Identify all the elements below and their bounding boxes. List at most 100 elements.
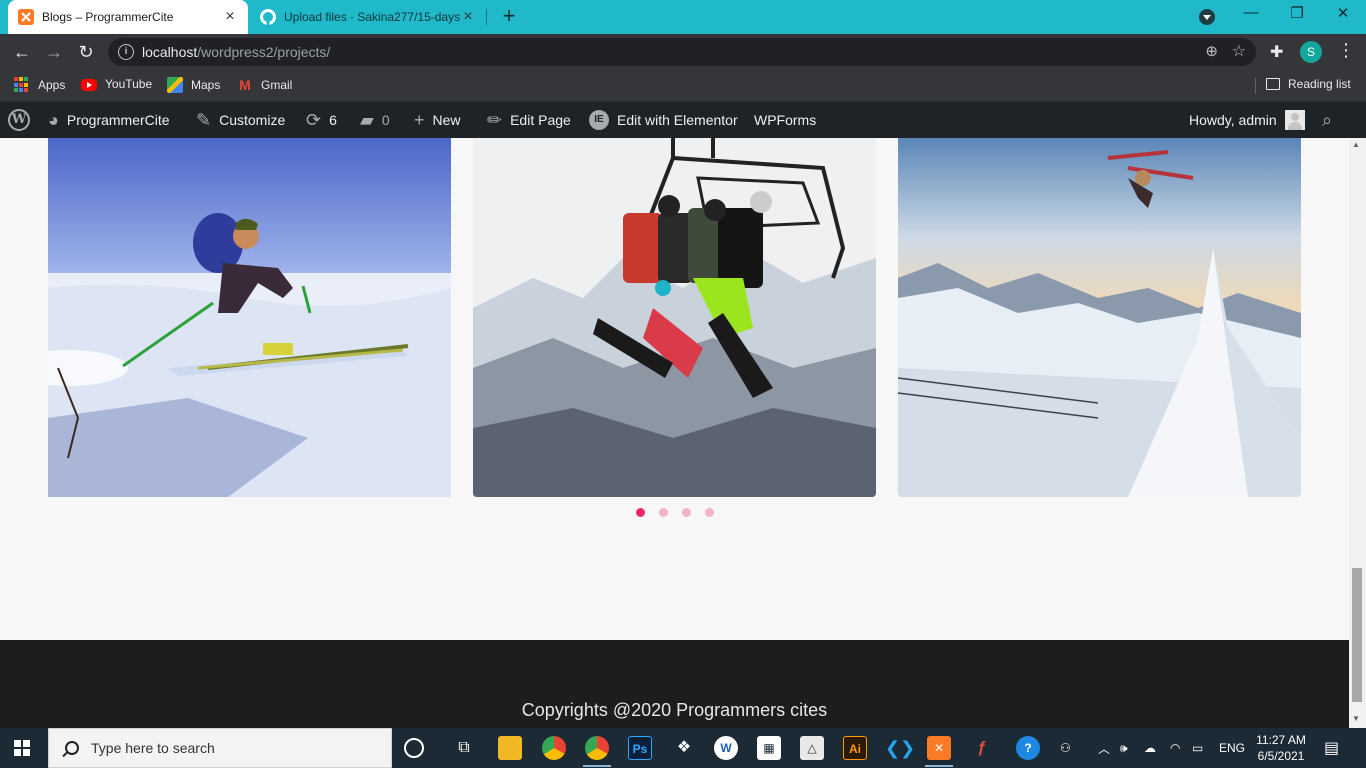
dropbox-icon[interactable]: ❖ <box>672 736 696 760</box>
new-tab-button[interactable]: + <box>498 4 520 28</box>
updates-count: 6 <box>329 112 337 128</box>
site-name: ProgrammerCite <box>66 112 170 128</box>
clock-date: 6/5/2021 <box>1257 749 1305 763</box>
updates-link[interactable]: ⟳ 6 <box>306 102 337 138</box>
notifications-icon[interactable]: ▤ <box>1324 728 1339 768</box>
carousel-dot-1[interactable] <box>636 508 645 517</box>
site-name-menu[interactable]: ◕ ProgrammerCite <box>48 102 170 138</box>
my-account-menu[interactable]: Howdy, admin <box>1189 102 1305 138</box>
reading-list-label: Reading list <box>1288 77 1351 91</box>
tab-search-icon[interactable] <box>1199 9 1215 25</box>
illustrator-icon[interactable]: Ai <box>843 736 867 760</box>
bookmark-label: Gmail <box>261 78 293 92</box>
windows-start-icon[interactable] <box>14 740 30 756</box>
minimize-icon[interactable]: — <box>1236 4 1266 21</box>
customize-link[interactable]: ✎ Customize <box>196 102 285 138</box>
restore-icon[interactable]: ❐ <box>1282 4 1312 22</box>
reload-icon[interactable]: ↻ <box>74 40 98 64</box>
edit-page-link[interactable]: ✏ Edit Page <box>487 102 571 138</box>
task-view-icon[interactable]: ⧉ <box>452 736 476 760</box>
volume-icon[interactable]: 🕪 <box>1120 728 1128 768</box>
close-tab-icon[interactable]: × <box>460 8 476 26</box>
help-icon[interactable]: ? <box>1016 736 1040 760</box>
extensions-puzzle-icon[interactable]: ✚ <box>1270 42 1283 62</box>
tab-blogs[interactable]: Blogs – ProgrammerCite × <box>8 0 248 34</box>
bookmarks-separator <box>1255 78 1256 94</box>
apps-grid-icon <box>14 77 30 93</box>
new-content-menu[interactable]: + New <box>414 102 461 138</box>
howdy-label: Howdy, admin <box>1189 112 1277 128</box>
reading-list-button[interactable]: Reading list <box>1266 77 1351 91</box>
bookmark-youtube[interactable]: YouTube <box>81 77 152 91</box>
chairlift-snowboarders-photo <box>473 138 876 497</box>
bookmark-apps[interactable]: Apps <box>14 77 65 93</box>
back-icon[interactable]: ← <box>10 40 34 64</box>
carousel-image-skier[interactable] <box>48 138 451 497</box>
tray-chevron-icon[interactable]: ︿ <box>1098 728 1110 768</box>
wp-logo-menu[interactable]: W <box>8 102 30 138</box>
freestyle-ski-jump-photo <box>898 138 1301 497</box>
url-text[interactable]: localhost/wordpress2/projects/ <box>142 44 330 60</box>
wpforms-label: WPForms <box>754 112 817 128</box>
active-app-indicator <box>925 765 953 767</box>
carousel-dot-2[interactable] <box>659 508 668 517</box>
people-icon[interactable]: ⚇ <box>1060 728 1071 768</box>
tab-title: Upload files · Sakina277/15-days <box>284 10 460 24</box>
cortana-icon[interactable] <box>404 738 424 758</box>
close-tab-icon[interactable]: × <box>222 8 238 26</box>
menu-kebab-icon[interactable]: ⋮ <box>1337 40 1355 61</box>
onedrive-cloud-icon[interactable]: ☁ <box>1144 728 1156 768</box>
scroll-up-arrow-icon[interactable]: ▲ <box>1352 140 1360 149</box>
pencil-icon: ✏ <box>487 109 503 130</box>
address-bar[interactable]: i localhost/wordpress2/projects/ ⊕ ☆ <box>108 38 1256 66</box>
admin-avatar <box>1284 110 1305 130</box>
copyright-text: Copyrights @2020 Programmers cites <box>521 700 828 720</box>
filezilla-icon[interactable]: ƒ <box>970 736 994 760</box>
tab-upload-files[interactable]: Upload files · Sakina277/15-days × <box>250 0 486 34</box>
bookmark-maps[interactable]: Maps <box>167 77 220 93</box>
taskbar-clock[interactable]: 11:27 AM 6/5/2021 <box>1248 732 1314 764</box>
battery-icon[interactable]: ▭ <box>1192 728 1203 768</box>
bookmark-gmail[interactable]: M Gmail <box>237 77 292 93</box>
profile-avatar[interactable]: S <box>1300 41 1322 63</box>
gmail-icon: M <box>239 77 251 93</box>
comments-link[interactable]: ▰ 0 <box>360 102 390 138</box>
photoshop-icon[interactable]: Ps <box>628 736 652 760</box>
zoom-icon[interactable]: ⊕ <box>1205 42 1218 60</box>
scroll-down-arrow-icon[interactable]: ▼ <box>1352 714 1360 723</box>
carousel-dot-3[interactable] <box>682 508 691 517</box>
language-indicator[interactable]: ENG <box>1219 728 1245 768</box>
bookmark-star-icon[interactable]: ☆ <box>1232 41 1246 61</box>
admin-search[interactable]: ⌕ <box>1322 102 1340 138</box>
customize-label: Customize <box>219 112 286 128</box>
taskbar-search-box[interactable]: Type here to search <box>48 728 392 768</box>
forward-icon[interactable]: → <box>42 40 66 64</box>
wpforms-menu[interactable]: WPForms <box>754 102 816 138</box>
site-info-icon[interactable]: i <box>118 44 134 60</box>
chrome-profile-icon[interactable] <box>585 736 609 760</box>
paintbrush-icon: ✎ <box>196 109 212 130</box>
bookmark-label: Apps <box>38 78 66 92</box>
xampp-icon[interactable]: ✕ <box>927 736 951 760</box>
edit-with-elementor-link[interactable]: IE Edit with Elementor <box>589 102 738 138</box>
inkscape-icon[interactable]: △ <box>800 736 824 760</box>
file-explorer-icon[interactable] <box>498 736 522 760</box>
word-online-icon[interactable]: W <box>714 736 738 760</box>
carousel-image-chairlift[interactable] <box>473 138 876 497</box>
wordpress-logo-icon: W <box>8 109 30 131</box>
github-icon <box>260 9 276 25</box>
search-icon <box>65 741 79 755</box>
tab-title: Blogs – ProgrammerCite <box>42 10 174 24</box>
chrome-icon[interactable] <box>542 736 566 760</box>
close-window-icon[interactable]: ✕ <box>1328 4 1358 22</box>
scrollbar-thumb[interactable] <box>1352 568 1362 702</box>
elementor-icon: IE <box>589 110 609 130</box>
microsoft-store-icon[interactable]: ▦ <box>757 736 781 760</box>
carousel-dot-4[interactable] <box>705 508 714 517</box>
active-app-indicator <box>583 765 611 767</box>
vscode-icon[interactable]: ❮❯ <box>885 736 915 760</box>
bookmark-label: YouTube <box>105 77 153 91</box>
wifi-icon[interactable]: ◠ <box>1170 728 1180 768</box>
browser-tab-strip: Blogs – ProgrammerCite × Upload files · … <box>0 0 1366 34</box>
carousel-image-ski-jump[interactable] <box>898 138 1301 497</box>
